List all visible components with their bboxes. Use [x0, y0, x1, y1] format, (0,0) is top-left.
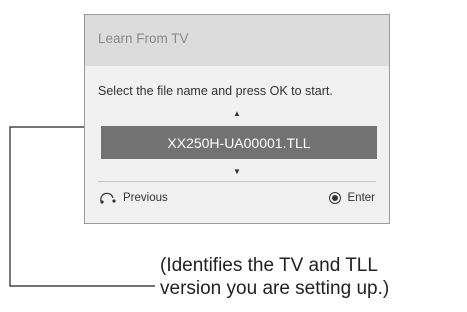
- scroll-down-arrow-icon[interactable]: ▼: [85, 167, 389, 177]
- ok-button-icon: [328, 192, 341, 204]
- previous-label: Previous: [123, 192, 168, 204]
- file-name-label: XX250H-UA00001.TLL: [167, 134, 311, 151]
- learn-from-tv-dialog: Learn From TV Select the file name and p…: [84, 14, 390, 224]
- file-name-selector[interactable]: XX250H-UA00001.TLL: [101, 126, 377, 159]
- enter-button[interactable]: Enter: [328, 192, 376, 204]
- dialog-header: Learn From TV: [85, 15, 389, 66]
- previous-button[interactable]: Previous: [99, 192, 168, 204]
- footer-divider: [98, 181, 376, 182]
- caption-text: (Identifies the TV and TLL version you a…: [160, 254, 389, 300]
- enter-label: Enter: [347, 192, 376, 204]
- caption-line-1: (Identifies the TV and TLL: [160, 255, 378, 276]
- scroll-up-arrow-icon[interactable]: ▲: [85, 109, 389, 119]
- back-icon: [100, 192, 116, 204]
- instruction-text: Select the file name and press OK to sta…: [98, 84, 333, 98]
- caption-line-2: version you are setting up.): [160, 278, 390, 299]
- dialog-title: Learn From TV: [98, 31, 189, 46]
